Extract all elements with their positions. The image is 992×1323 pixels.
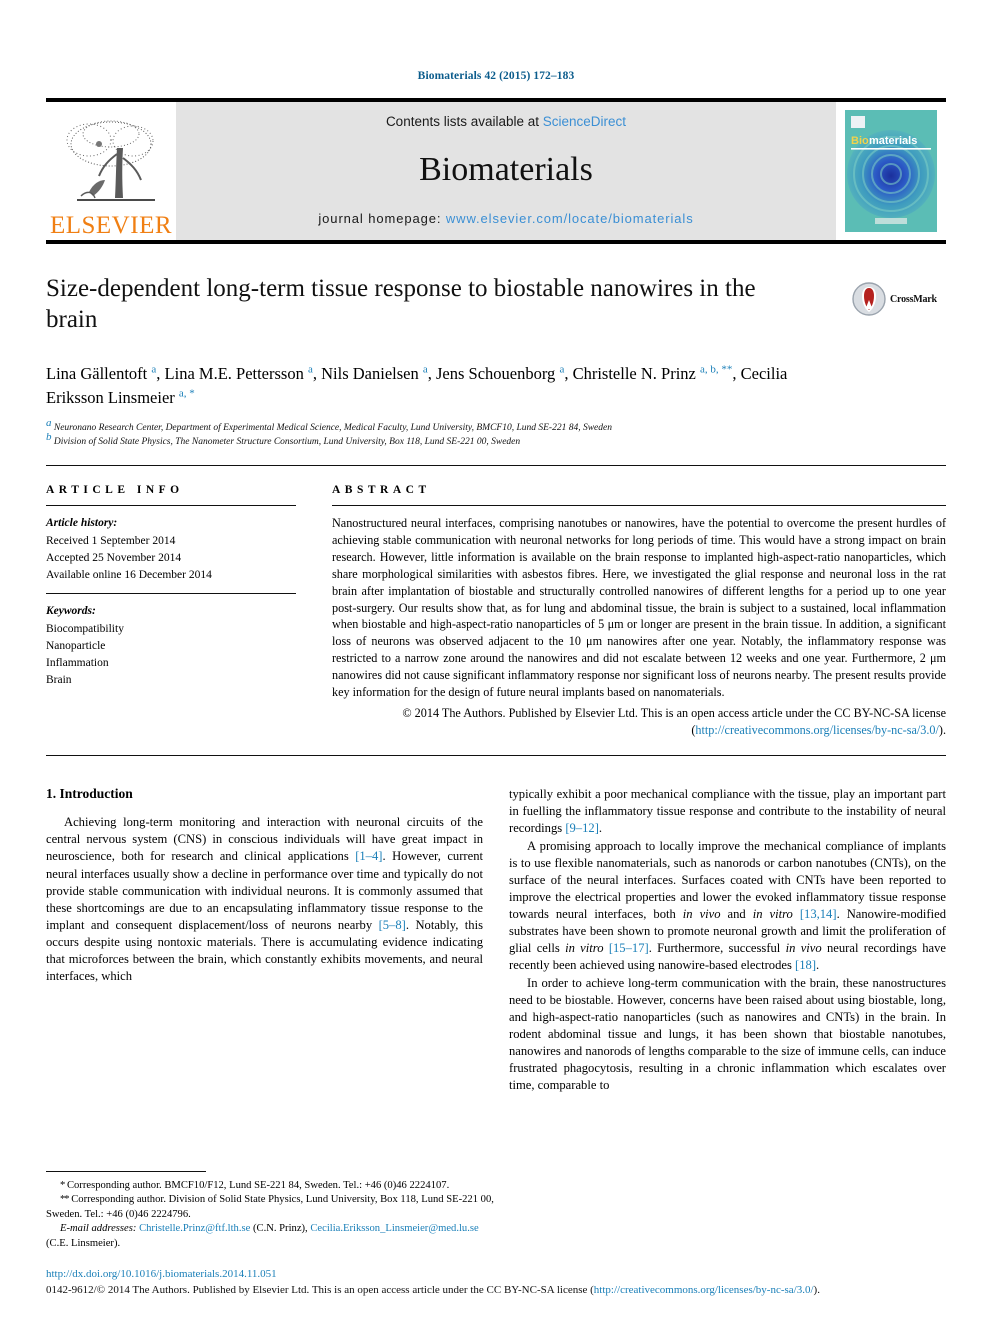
- sciencedirect-link[interactable]: ScienceDirect: [543, 114, 626, 129]
- issn-copyright-line: 0142-9612/© 2014 The Authors. Published …: [46, 1283, 946, 1299]
- crossmark-badge[interactable]: CrossMark: [852, 276, 944, 322]
- journal-masthead: ELSEVIER Contents lists available at Sci…: [46, 98, 946, 244]
- elsevier-tree-icon: [66, 120, 155, 201]
- intro-paragraph: In order to achieve long-term communicat…: [509, 975, 946, 1093]
- footnote-rule: [46, 1170, 206, 1172]
- abstract-column: ABSTRACT Nanostructured neural interface…: [332, 484, 946, 739]
- crossmark-label: CrossMark: [890, 293, 937, 305]
- article-info-heading: ARTICLE INFO: [46, 484, 184, 497]
- issn-prefix: 0142-9612/© 2014 The Authors. Published …: [46, 1284, 594, 1297]
- abstract-copyright: © 2014 The Authors. Published by Elsevie…: [332, 705, 946, 739]
- title-area: Size-dependent long-term tissue response…: [46, 274, 946, 346]
- footer-license-link[interactable]: http://creativecommons.org/licenses/by-n…: [594, 1284, 814, 1296]
- page-title: Size-dependent long-term tissue response…: [46, 275, 756, 333]
- body-column-right: typically exhibit a poor mechanical comp…: [509, 786, 946, 1094]
- intro-paragraph: typically exhibit a poor mechanical comp…: [509, 787, 946, 836]
- running-head: Biomaterials 42 (2015) 172–183: [417, 70, 575, 82]
- keyword-item: Biocompatibility: [46, 622, 124, 635]
- copyright-suffix: ).: [938, 723, 946, 738]
- intro-paragraph: Achieving long-term monitoring and inter…: [46, 815, 483, 984]
- journal-cover: Bio materials: [836, 102, 946, 240]
- divider-article-info: [46, 505, 296, 507]
- article-history-accepted: Accepted 25 November 2014: [46, 551, 182, 564]
- contents-prefix: Contents lists available at: [385, 114, 543, 129]
- homepage-prefix: journal homepage:: [318, 211, 446, 226]
- svg-text:materials: materials: [869, 135, 917, 147]
- divider-after-affiliations: [46, 465, 946, 467]
- divider-after-abstract: [46, 755, 946, 757]
- page-footer: http://dx.doi.org/10.1016/j.biomaterials…: [46, 1267, 946, 1299]
- masthead-center: Contents lists available at ScienceDirec…: [176, 102, 836, 240]
- footnote-corresponding-author-1: * Corresponding author. BMCF10/F12, Lund…: [60, 1179, 450, 1191]
- affiliation-b: b Division of Solid State Physics, The N…: [46, 430, 521, 447]
- author-list: Lina Gällentoft a, Lina M.E. Pettersson …: [46, 363, 788, 407]
- keywords-label: Keywords:: [46, 605, 96, 618]
- svg-text:Bio: Bio: [851, 135, 869, 147]
- divider-keywords: [46, 593, 296, 595]
- footnote-email-addresses: E-mail addresses: Christelle.Prinz@ftf.l…: [46, 1223, 479, 1249]
- article-info-column: ARTICLE INFO Article history: Received 1…: [46, 484, 296, 739]
- affiliation-a: a Neuronano Research Center, Department …: [46, 416, 612, 433]
- keyword-item: Brain: [46, 674, 72, 687]
- license-link[interactable]: http://creativecommons.org/licenses/by-n…: [695, 723, 938, 737]
- article-page: Biomaterials 42 (2015) 172–183 ELSEVIER …: [0, 0, 992, 1323]
- journal-homepage-link[interactable]: www.elsevier.com/locate/biomaterials: [446, 211, 694, 226]
- contents-lists-line: Contents lists available at ScienceDirec…: [386, 114, 626, 129]
- keywords-block: Keywords: Biocompatibility Nanoparticle …: [46, 603, 296, 689]
- abstract-heading: ABSTRACT: [332, 484, 431, 497]
- info-abstract-row: ARTICLE INFO Article history: Received 1…: [46, 484, 946, 739]
- article-history-received: Received 1 September 2014: [46, 534, 176, 547]
- elsevier-logo: ELSEVIER: [46, 102, 176, 240]
- article-history-label: Article history:: [46, 517, 118, 530]
- crossmark-icon: [852, 282, 886, 316]
- divider-abstract: [332, 505, 946, 507]
- affiliation-list: a Neuronano Research Center, Department …: [46, 416, 946, 450]
- issn-suffix: ).: [813, 1284, 820, 1297]
- intro-paragraph: A promising approach to locally improve …: [509, 838, 947, 973]
- article-history-online: Available online 16 December 2014: [46, 569, 212, 582]
- body-column-left: 1. Introduction Achieving long-term moni…: [46, 786, 483, 1094]
- journal-title: Biomaterials: [419, 151, 593, 188]
- keyword-item: Inflammation: [46, 657, 109, 670]
- keyword-item: Nanoparticle: [46, 639, 106, 652]
- abstract-body: Nanostructured neural interfaces, compri…: [332, 516, 946, 699]
- footnotes-block: * Corresponding author. BMCF10/F12, Lund…: [46, 1170, 498, 1251]
- doi-link[interactable]: http://dx.doi.org/10.1016/j.biomaterials…: [46, 1267, 946, 1283]
- footnote-corresponding-author-2: ** Corresponding author. Division of Sol…: [46, 1194, 494, 1220]
- elsevier-wordmark: ELSEVIER: [49, 212, 173, 239]
- section-heading-introduction: 1. Introduction: [46, 786, 133, 802]
- journal-cover-image: Bio materials: [845, 110, 937, 232]
- body-columns: 1. Introduction Achieving long-term moni…: [46, 786, 946, 1094]
- journal-homepage-line: journal homepage: www.elsevier.com/locat…: [318, 211, 693, 226]
